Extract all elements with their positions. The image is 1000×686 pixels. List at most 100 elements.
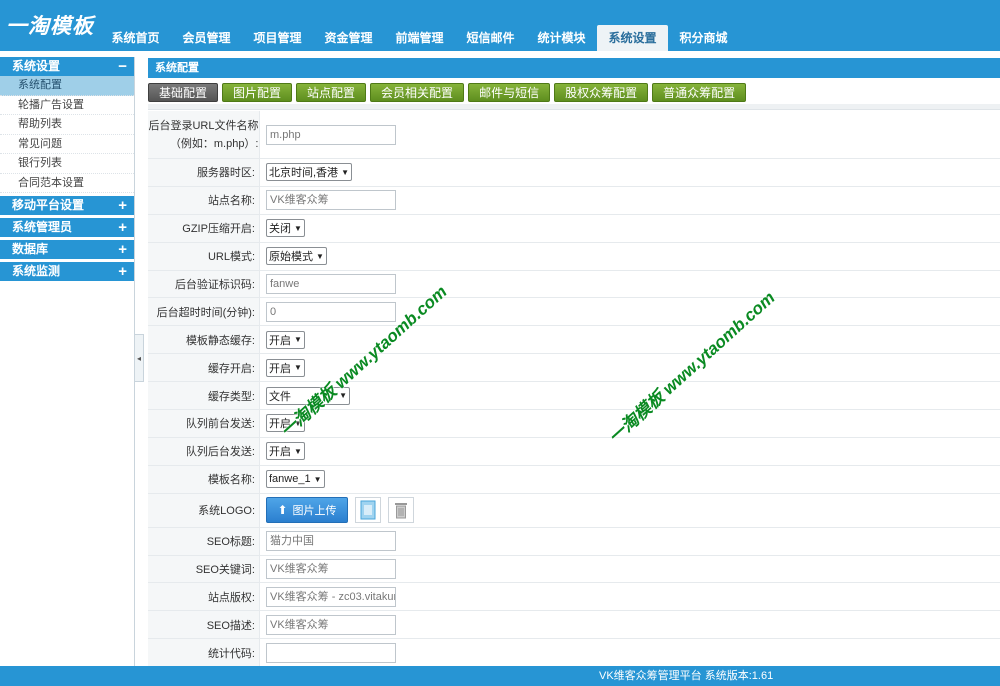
expand-icon[interactable]: + (118, 240, 127, 259)
tab-divider (148, 104, 1000, 110)
nav-frontend[interactable]: 前端管理 (384, 25, 455, 51)
verify-id-input[interactable]: fanwe (266, 274, 396, 294)
timezone-select[interactable]: 北京时间,香港 ▼ (266, 163, 352, 182)
sidebar-item-bank-list[interactable]: 银行列表 (0, 154, 134, 174)
expand-icon[interactable]: + (118, 196, 127, 215)
nav-points-mall[interactable]: 积分商城 (668, 25, 739, 51)
form-row: 站点名称: VK维客众筹 (148, 186, 1000, 215)
tab-general-crowdfunding[interactable]: 普通众筹配置 (652, 83, 747, 102)
tab-member[interactable]: 会员相关配置 (370, 83, 465, 102)
sidebar-group-monitoring[interactable]: 系统监测 + (0, 262, 134, 281)
url-mode-select[interactable]: 原始模式 ▼ (266, 247, 327, 266)
chevron-down-icon: ▼ (294, 223, 302, 233)
select-value: fanwe_1 (269, 473, 311, 486)
sidebar-group-label: 系统管理员 (12, 220, 73, 234)
gzip-label: GZIP压缩开启: (148, 214, 260, 242)
form-row: 统计代码: (148, 639, 1000, 668)
form-row: 模板静态缓存: 开启 ▼ (148, 326, 1000, 355)
sidebar-list: 系统配置 轮播广告设置 帮助列表 常见问题 银行列表 合同范本设置 (0, 76, 134, 193)
sidebar-group-admins[interactable]: 系统管理员 + (0, 218, 134, 237)
sidebar-item-system-config[interactable]: 系统配置 (0, 76, 134, 96)
tab-equity[interactable]: 股权众筹配置 (554, 83, 649, 102)
form-row: 队列后台发送: 开启 ▼ (148, 437, 1000, 466)
login-url-input[interactable]: m.php (266, 124, 396, 145)
sidebar-group-mobile[interactable]: 移动平台设置 + (0, 196, 134, 215)
collapse-icon[interactable]: − (118, 57, 127, 76)
sidebar: 系统设置 − 系统配置 轮播广告设置 帮助列表 常见问题 银行列表 合同范本设置… (0, 57, 135, 666)
sidebar-item-carousel-ads[interactable]: 轮播广告设置 (0, 96, 134, 115)
template-cache-label: 模板静态缓存: (148, 326, 260, 354)
sidebar-item-help-list[interactable]: 帮助列表 (0, 115, 134, 135)
stat-code-input[interactable] (266, 642, 396, 663)
verify-id-label: 后台验证标识码: (148, 270, 260, 298)
select-value: 开启 (269, 334, 291, 347)
expand-icon[interactable]: + (118, 262, 127, 281)
sidebar-group-label: 系统设置 (12, 59, 61, 73)
image-upload-button[interactable]: ⬆ 图片上传 (266, 497, 348, 524)
template-cache-select[interactable]: 开启 ▼ (266, 330, 305, 349)
form-row: 后台超时时间(分钟): 0 (148, 298, 1000, 327)
select-value: 北京时间,香港 (269, 167, 339, 180)
tab-image[interactable]: 图片配置 (222, 83, 293, 102)
nav-funds[interactable]: 资金管理 (313, 25, 384, 51)
queue-back-select[interactable]: 开启 ▼ (266, 442, 305, 461)
nav-home[interactable]: 系统首页 (100, 25, 171, 51)
seo-description-input[interactable]: VK维客众筹 (266, 614, 396, 635)
form-row: SEO描述: VK维客众筹 (148, 611, 1000, 640)
form-row: 缓存类型: 文件 ▼ (148, 382, 1000, 411)
select-value: 文件 (269, 390, 291, 403)
seo-keywords-input[interactable]: VK维客众筹 (266, 559, 396, 580)
form-row: 后台验证标识码: fanwe (148, 270, 1000, 299)
template-name-label: 模板名称: (148, 465, 260, 493)
chevron-down-icon: ▼ (294, 363, 302, 373)
expand-icon[interactable]: + (118, 218, 127, 237)
tab-site[interactable]: 站点配置 (296, 83, 367, 102)
sidebar-group-system-settings[interactable]: 系统设置 − (0, 57, 134, 76)
site-name-input[interactable]: VK维客众筹 (266, 190, 396, 211)
form-row: 后台登录URL文件名称 （例如：m.php）: m.php (148, 111, 1000, 159)
form-row: SEO标题: 猫力中国 (148, 527, 1000, 556)
footer-version-text: VK维客众筹管理平台 系统版本:1.61 (599, 670, 774, 682)
sidebar-item-faq[interactable]: 常见问题 (0, 135, 134, 154)
select-value: 开启 (269, 362, 291, 375)
timezone-label: 服务器时区: (148, 159, 260, 186)
form-row: URL模式: 原始模式 ▼ (148, 242, 1000, 271)
site-name-label: 站点名称: (148, 186, 260, 214)
nav-sms-email[interactable]: 短信邮件 (455, 25, 526, 51)
chevron-down-icon: ▼ (294, 446, 302, 456)
gzip-select[interactable]: 关闭 ▼ (266, 219, 305, 238)
footer: VK维客众筹管理平台 系统版本:1.61 (0, 666, 1000, 686)
sidebar-collapse-handle[interactable]: ◂ (135, 334, 144, 382)
stat-code-label: 统计代码: (148, 639, 260, 667)
cache-on-label: 缓存开启: (148, 354, 260, 382)
sidebar-group-database[interactable]: 数据库 + (0, 240, 134, 259)
image-preview-icon (360, 500, 376, 520)
nav-members[interactable]: 会员管理 (171, 25, 242, 51)
chevron-down-icon: ▼ (294, 335, 302, 345)
tab-mail-sms[interactable]: 邮件与短信 (468, 83, 551, 102)
system-logo-label: 系统LOGO: (148, 493, 260, 527)
timeout-input[interactable]: 0 (266, 301, 396, 322)
sidebar-item-contract-templates[interactable]: 合同范本设置 (0, 174, 134, 193)
nav-projects[interactable]: 项目管理 (242, 25, 313, 51)
timeout-label: 后台超时时间(分钟): (148, 298, 260, 326)
url-mode-label: URL模式: (148, 242, 260, 270)
logo-preview[interactable] (355, 497, 381, 524)
brand-logo: 一淘模板 (6, 15, 94, 38)
main-nav: 系统首页 会员管理 项目管理 资金管理 前端管理 短信邮件 统计模块 系统设置 … (100, 25, 739, 51)
seo-title-input[interactable]: 猫力中国 (266, 531, 396, 552)
panel-title: 系统配置 (148, 58, 1000, 78)
seo-keywords-label: SEO关键词: (148, 555, 260, 583)
select-value: 关闭 (269, 223, 291, 236)
nav-system-settings[interactable]: 系统设置 (597, 25, 668, 51)
form-row: 站点版权: VK维客众筹 - zc03.vitakung. (148, 583, 1000, 612)
copyright-input[interactable]: VK维客众筹 - zc03.vitakung. (266, 586, 396, 607)
upload-button-label: 图片上传 (292, 505, 337, 518)
cache-on-select[interactable]: 开启 ▼ (266, 358, 305, 377)
copyright-label: 站点版权: (148, 583, 260, 611)
tab-basic[interactable]: 基础配置 (148, 83, 219, 102)
delete-logo-button[interactable] (388, 497, 414, 524)
nav-statistics[interactable]: 统计模块 (526, 25, 597, 51)
main-content: 系统配置 基础配置 图片配置 站点配置 会员相关配置 邮件与短信 股权众筹配置 … (148, 58, 1000, 668)
template-name-select[interactable]: fanwe_1 ▼ (266, 470, 325, 489)
